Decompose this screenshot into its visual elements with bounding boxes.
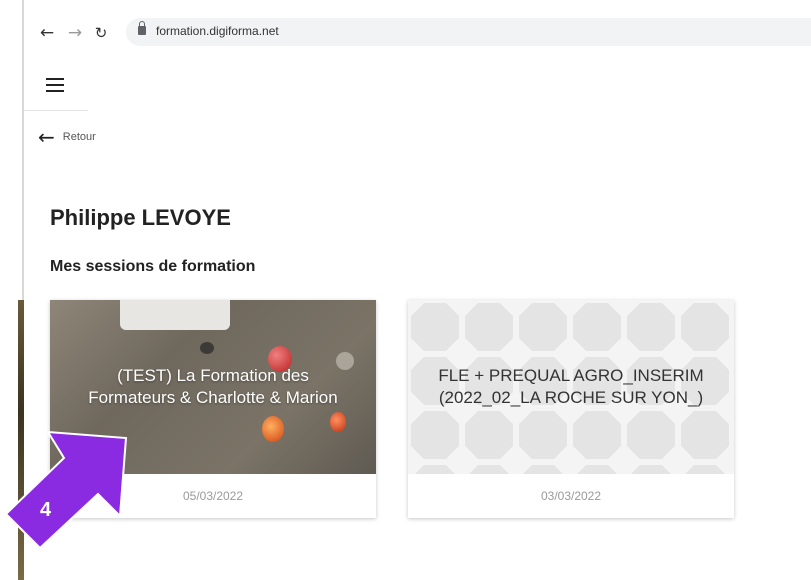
- address-bar[interactable]: formation.digiforma.net: [126, 18, 811, 46]
- browser-toolbar: ← → ↻ formation.digiforma.net: [24, 16, 811, 50]
- arrow-left-icon[interactable]: ←: [36, 23, 58, 43]
- hamburger-menu-icon[interactable]: [44, 75, 68, 93]
- back-link[interactable]: ← Retour: [38, 126, 96, 148]
- page-title: Philippe LEVOYE: [50, 205, 231, 230]
- session-card-title: FLE + PREQUAL AGRO_INSERIM (2022_02_LA R…: [438, 366, 704, 407]
- url-text: formation.digiforma.net: [156, 24, 279, 38]
- annotation-arrow: 4: [4, 430, 128, 548]
- session-card-date: 03/03/2022: [540, 489, 602, 503]
- lock-icon: [138, 21, 146, 35]
- reload-icon[interactable]: ↻: [90, 23, 112, 43]
- arrow-right-icon[interactable]: →: [64, 23, 86, 43]
- section-title: Mes sessions de formation: [50, 258, 256, 275]
- arrow-left-icon: ←: [38, 125, 55, 149]
- session-card[interactable]: FLE + PREQUAL AGRO_INSERIM (2022_02_LA R…: [408, 300, 734, 518]
- back-label: Retour: [62, 131, 96, 143]
- annotation-label: 4: [40, 499, 52, 521]
- divider: [24, 110, 88, 111]
